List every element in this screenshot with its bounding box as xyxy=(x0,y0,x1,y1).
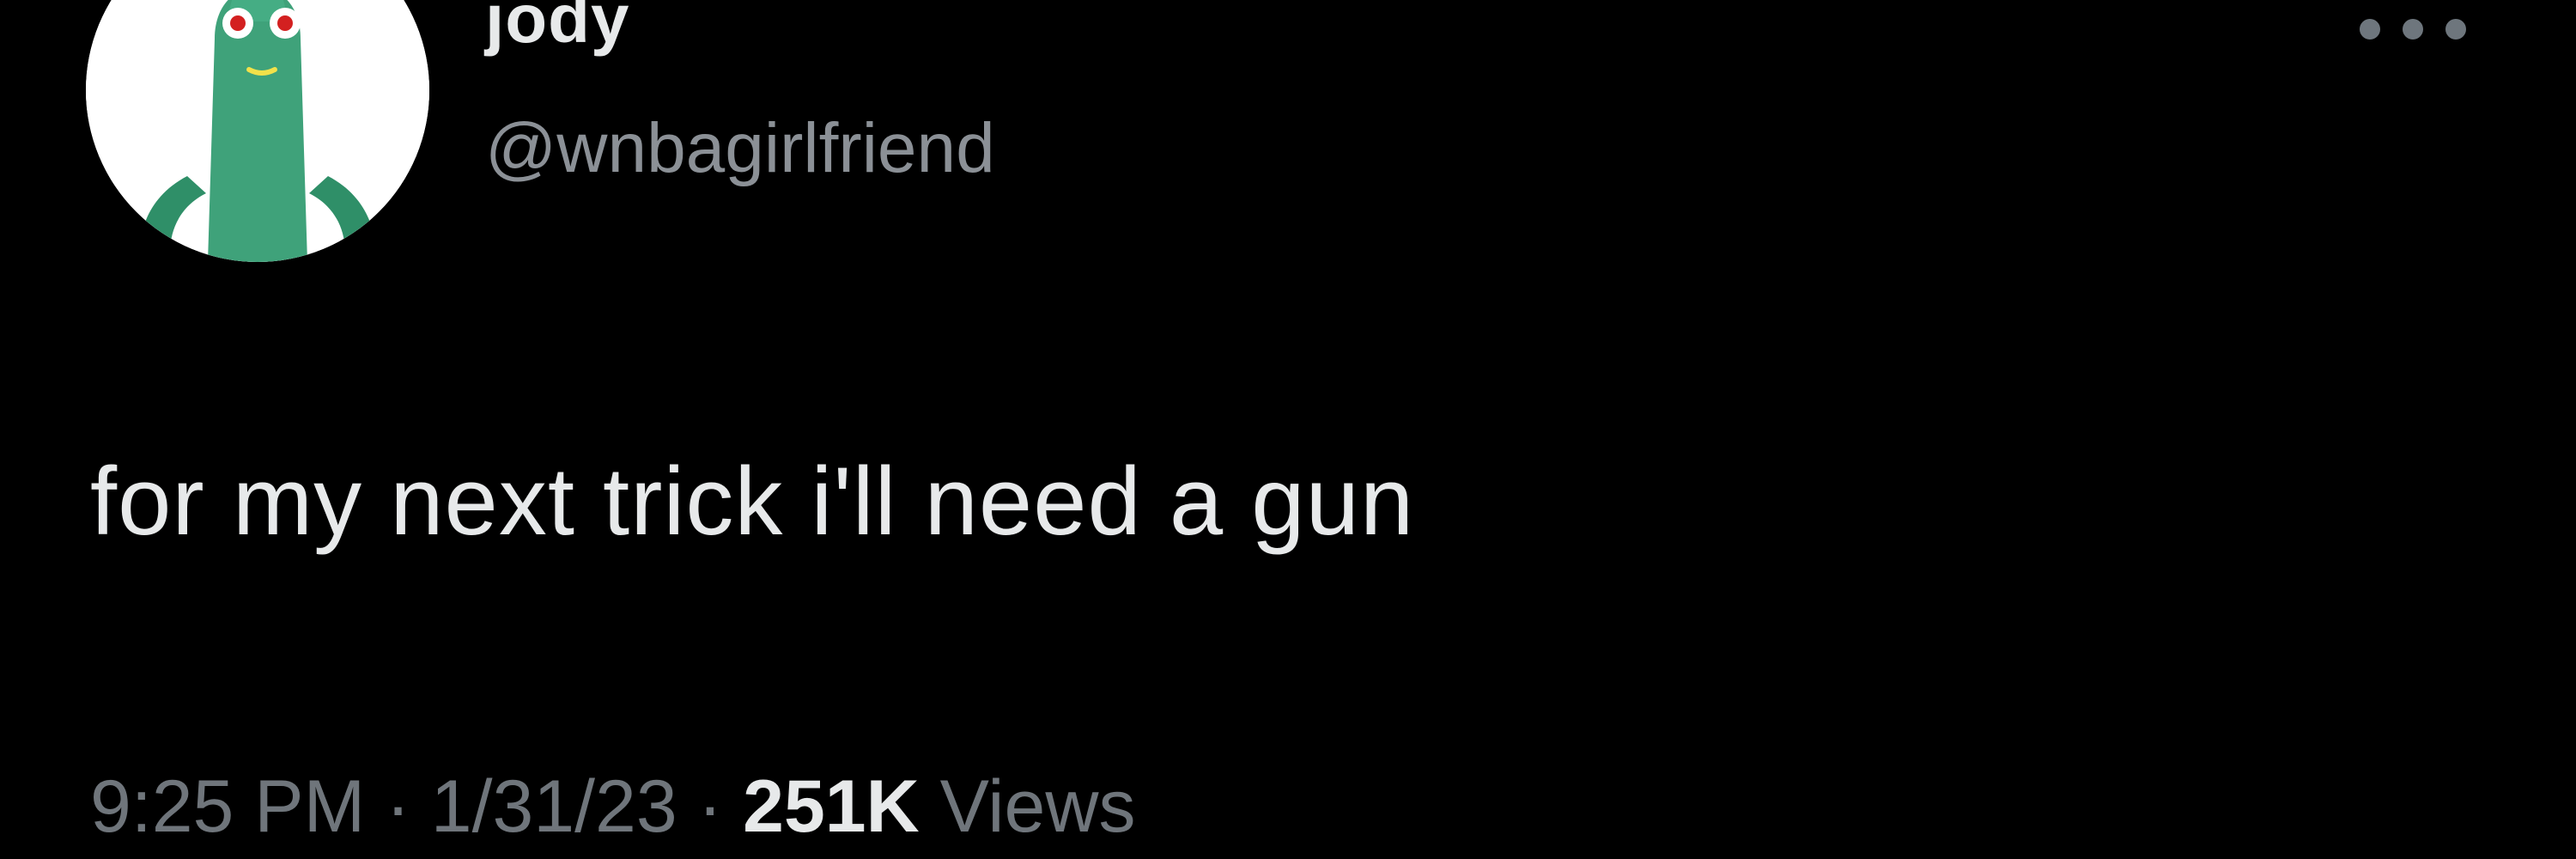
more-options-icon xyxy=(2403,19,2423,40)
more-options-button[interactable] xyxy=(2353,12,2473,46)
author-handle[interactable]: @wnbagirlfriend xyxy=(485,113,995,184)
tweet-date[interactable]: 1/31/23 xyxy=(431,765,677,848)
views-count[interactable]: 251K xyxy=(743,765,920,848)
tweet-text: for my next trick i'll need a gun xyxy=(90,448,1415,555)
tweet-time[interactable]: 9:25 PM xyxy=(90,765,365,848)
author-display-name[interactable]: jody xyxy=(485,0,629,53)
tweet-meta: 9:25 PM · 1/31/23 · 251K Views xyxy=(90,770,1135,844)
more-options-icon xyxy=(2360,19,2380,40)
cartoon-avatar-icon xyxy=(86,0,429,262)
meta-separator: · xyxy=(386,765,410,848)
more-options-icon xyxy=(2445,19,2466,40)
profile-avatar[interactable] xyxy=(86,0,429,262)
tweet-card: jody @wnbagirlfriend for my next trick i… xyxy=(0,0,2576,859)
meta-separator: · xyxy=(697,765,723,848)
views-label: Views xyxy=(939,765,1136,848)
